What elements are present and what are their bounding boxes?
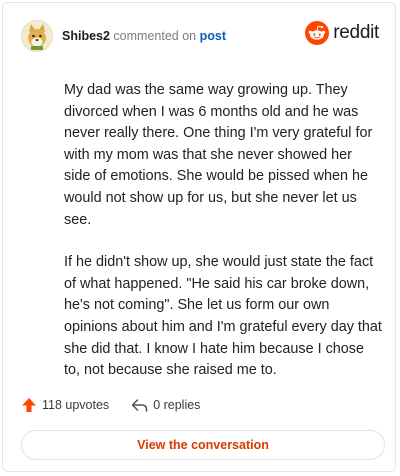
reddit-logo[interactable]: reddit — [305, 21, 379, 45]
comment-paragraph: My dad was the same way growing up. They… — [64, 82, 373, 228]
replies-count: 0 replies — [153, 398, 201, 412]
upvote-button[interactable]: 118 upvotes — [21, 397, 109, 413]
replies-button[interactable]: 0 replies — [131, 398, 200, 413]
upvote-arrow-icon — [22, 398, 36, 412]
comment-actions: 118 upvotes 0 replies — [21, 397, 200, 413]
username[interactable]: Shibes2 — [62, 29, 110, 43]
comment-header: Shibes2 commented on post — [21, 19, 226, 53]
comment-meta: Shibes2 commented on post — [62, 29, 226, 43]
post-link[interactable]: post — [200, 29, 226, 43]
avatar[interactable] — [21, 20, 53, 52]
reply-arrow-icon — [131, 398, 148, 412]
view-conversation-button[interactable]: View the conversation — [21, 430, 385, 460]
comment-body: My dad was the same way growing up. They… — [64, 80, 382, 403]
commented-on-text: commented on — [113, 29, 197, 43]
reddit-snoo-icon — [305, 21, 330, 45]
upvote-count: 118 upvotes — [42, 398, 110, 412]
comment-card: Shibes2 commented on post reddit My dad … — [2, 2, 396, 472]
comment-paragraph: If he didn't show up, she would just sta… — [64, 254, 382, 379]
shiba-avatar-icon — [22, 21, 52, 51]
reddit-wordmark: reddit — [333, 22, 379, 43]
